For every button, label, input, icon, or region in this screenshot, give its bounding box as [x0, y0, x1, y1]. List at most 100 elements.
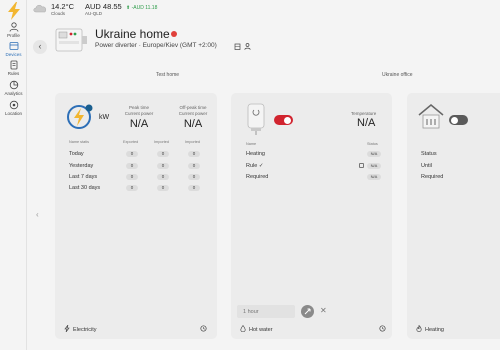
power-diverter-icon — [55, 28, 87, 52]
column-header: Status — [367, 142, 378, 146]
water-heater-icon — [247, 103, 265, 135]
row-label-required: Required — [246, 174, 269, 180]
value-pill: 0 — [188, 163, 200, 169]
sidebar-item-analytics[interactable]: Analytics — [0, 80, 27, 96]
water-drop-icon — [240, 324, 246, 333]
person-icon — [9, 22, 18, 32]
flame-icon — [416, 324, 422, 332]
bolt-icon — [64, 324, 70, 333]
card-footer-label: Hot water — [249, 327, 273, 333]
value-pill: 0 — [126, 163, 138, 169]
column-header: Name statis — [69, 140, 90, 144]
power-unit: kW — [99, 114, 110, 121]
section-heading-ukraine-office: Ukraine office — [382, 72, 413, 78]
sidebar-item-location[interactable]: Location — [0, 100, 27, 116]
back-button[interactable]: ‹ — [33, 40, 47, 54]
history-icon[interactable] — [200, 325, 207, 332]
building-icon[interactable] — [234, 43, 241, 50]
flag-icon — [171, 31, 177, 37]
value-pill: 0 — [157, 163, 169, 169]
card-footer-label: Heating — [425, 327, 444, 333]
pager-prev-icon[interactable]: ‹ — [36, 210, 39, 219]
column-header: Imported — [154, 140, 169, 144]
column-header: Name — [246, 142, 257, 146]
top-bar: 14.2°C Clouds AUD 48.55 AU-QLD ⬆ -AUD 11… — [28, 0, 500, 18]
boost-hours-input[interactable] — [237, 305, 295, 318]
temperature-value: N/A — [357, 117, 376, 129]
row-label-status: Status — [421, 151, 437, 157]
card-footer: Electricity — [64, 324, 97, 333]
value-pill: 0 — [126, 185, 138, 191]
status-pill: N/A — [367, 163, 381, 169]
bolt-logo-icon[interactable] — [6, 2, 22, 20]
page-title: Ukraine home — [95, 27, 170, 41]
electricity-meter-icon — [67, 104, 93, 129]
row-label-until: Until — [421, 163, 433, 169]
value-pill: 0 — [126, 174, 138, 180]
hot-water-card[interactable]: Temperature N/A Name Status Heating N/A … — [231, 93, 392, 339]
row-label-last-30-days: Last 30 days — [69, 185, 101, 191]
value-pill: 0 — [157, 174, 169, 180]
sidebar: Profile Devices Rules Analytics Location — [0, 0, 27, 350]
weather-temperature: 14.2°C — [51, 2, 75, 11]
toggle-knob — [451, 116, 458, 124]
offpeak-power: Off-peak time Current power N/A — [173, 105, 213, 130]
card-footer-label: Electricity — [73, 327, 97, 333]
price-change-value: -AUD 11.18 — [131, 5, 158, 11]
electricity-card[interactable]: kW Peak time Current power N/A Off-peak … — [55, 93, 217, 339]
offpeak-value: N/A — [183, 118, 203, 130]
status-pill: N/A — [367, 151, 381, 157]
analytics-icon — [9, 80, 18, 90]
page-subtitle: Power diverter · Europe/Kiev (GMT +2:00) — [95, 42, 217, 49]
location-icon — [9, 100, 18, 110]
offpeak-sublabel: Current power — [178, 110, 208, 116]
column-header: Exported — [123, 140, 139, 144]
history-icon[interactable] — [379, 325, 386, 332]
status-pill: N/A — [367, 174, 381, 180]
toggle-knob — [284, 116, 291, 124]
user-icon[interactable] — [244, 43, 251, 50]
peak-value: N/A — [129, 118, 149, 130]
sidebar-item-label: Analytics — [4, 91, 23, 96]
heating-card[interactable]: Status Until Required Heating — [407, 93, 500, 339]
row-label-last-7-days: Last 7 days — [69, 174, 98, 180]
boost-go-button[interactable] — [301, 305, 314, 318]
temperature-label: Temperature — [351, 111, 377, 116]
house-heating-icon — [418, 104, 444, 129]
value-pill: 0 — [157, 185, 169, 191]
sidebar-item-devices[interactable]: Devices — [0, 41, 27, 57]
sidebar-item-label: Devices — [5, 52, 22, 57]
calendar-icon[interactable] — [359, 163, 364, 168]
row-label-required: Required — [421, 174, 444, 180]
price-region: AU-QLD — [85, 11, 103, 16]
column-header: Imported — [185, 140, 200, 144]
value-pill: 0 — [126, 151, 138, 157]
devices-icon — [9, 42, 18, 50]
app-root: Profile Devices Rules Analytics Location… — [0, 0, 500, 350]
row-label-rule: Rule ✓ — [246, 163, 264, 169]
sidebar-item-profile[interactable]: Profile — [0, 22, 27, 38]
section-heading-test-home: Test home — [156, 72, 180, 78]
sidebar-item-label: Rules — [7, 71, 20, 76]
price-change: ⬆ -AUD 11.18 — [126, 5, 157, 11]
weather-condition: Clouds — [51, 11, 66, 16]
peak-sublabel: Current power — [124, 110, 154, 116]
hot-water-toggle[interactable] — [274, 115, 293, 125]
heating-toggle[interactable] — [449, 115, 468, 125]
sidebar-item-label: Location — [4, 111, 22, 116]
cloud-icon — [33, 4, 47, 13]
card-footer: Hot water — [240, 324, 273, 333]
peak-power: Peak time Current power N/A — [119, 105, 159, 130]
row-label-heating: Heating — [246, 151, 265, 157]
sidebar-item-label: Profile — [7, 33, 20, 38]
value-pill: 0 — [157, 151, 169, 157]
sidebar-item-rules[interactable]: Rules — [0, 60, 27, 76]
row-label-today: Today — [69, 151, 84, 157]
value-pill: 0 — [188, 151, 200, 157]
card-footer: Heating — [416, 324, 444, 333]
energy-price: AUD 48.55 — [85, 2, 122, 11]
arrow-up-icon: ⬆ — [126, 5, 131, 11]
value-pill: 0 — [188, 185, 200, 191]
rules-icon — [10, 60, 17, 70]
close-icon[interactable]: ✕ — [320, 306, 327, 315]
